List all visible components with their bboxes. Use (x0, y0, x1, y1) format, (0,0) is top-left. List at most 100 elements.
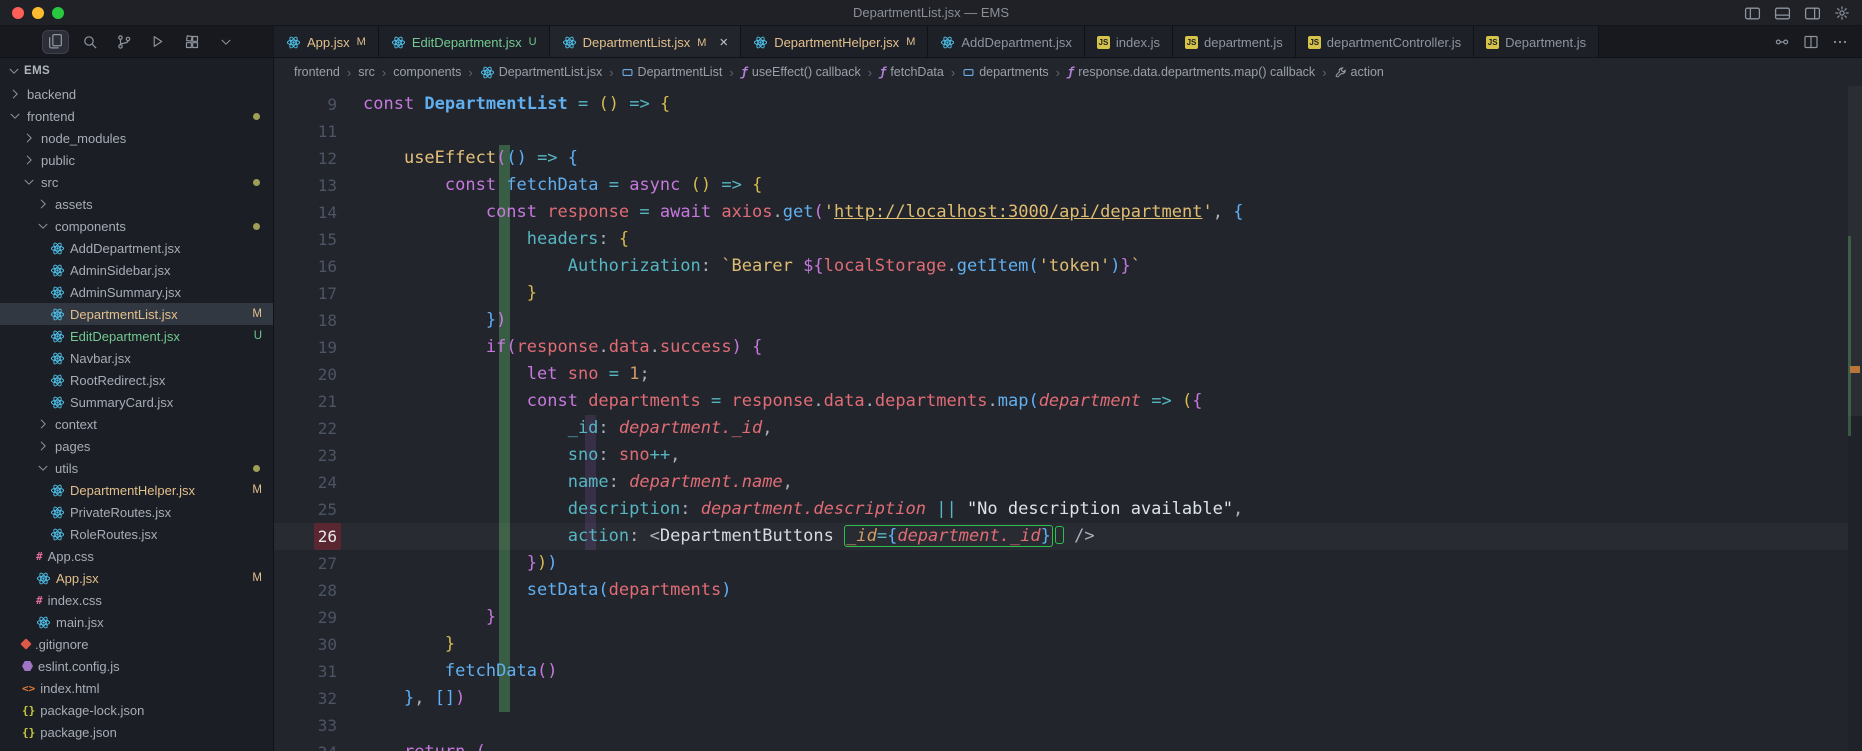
tree-item-node-modules[interactable]: node_modules (0, 127, 273, 149)
code-editor[interactable]: 9 const DepartmentList = () => {11 12 useE… (274, 86, 1862, 751)
tree-item-pages[interactable]: pages (0, 435, 273, 457)
tree-item-app-jsx[interactable]: App.jsx M (0, 567, 273, 589)
tree-item-label: frontend (27, 108, 75, 124)
search-icon[interactable] (76, 30, 103, 54)
tab-DepartmentList.jsx[interactable]: DepartmentList.jsx M × (549, 26, 742, 57)
layout-sidebar-icon[interactable] (1744, 5, 1761, 22)
tree-item-label: utils (55, 460, 79, 476)
chevron-down-icon[interactable] (212, 30, 239, 54)
split-editor-icon[interactable] (1803, 34, 1819, 50)
tree-item-utils[interactable]: utils (0, 457, 273, 479)
explorer-section-header[interactable]: EMS (0, 58, 273, 83)
tree-item-departmenthelper-jsx[interactable]: DepartmentHelper.jsx M (0, 479, 273, 501)
tree-item-app-css[interactable]: # App.css (0, 545, 273, 567)
cursor-box (1054, 526, 1064, 544)
tab-label: department.js (1204, 34, 1283, 50)
tree-item-adminsidebar-jsx[interactable]: AdminSidebar.jsx (0, 259, 273, 281)
modified-contents-dot (253, 222, 260, 230)
tree-item-frontend[interactable]: frontend (0, 105, 273, 127)
tree-item-index-css[interactable]: # index.css (0, 589, 273, 611)
code-content: setData(departments) (526, 580, 732, 600)
tab-EditDepartment.jsx[interactable]: EditDepartment.jsx U (378, 26, 550, 57)
git-status-badge: M (252, 572, 262, 584)
tree-item-index-html[interactable]: <> index.html (0, 677, 273, 699)
react-icon (36, 571, 51, 586)
line-number: 13 (317, 176, 337, 195)
line-number: 34 (274, 739, 341, 751)
explorer-icon[interactable] (42, 29, 69, 54)
line-number: 22 (317, 419, 337, 438)
explorer-sidebar: EMS backend frontend node_modules public src… (0, 58, 274, 751)
tree-item-package-lock-json[interactable]: {} package-lock.json (0, 699, 273, 721)
maximize-window-button[interactable] (52, 7, 64, 19)
tree-item-package-json[interactable]: {} package.json (0, 721, 273, 743)
code-lines[interactable]: 9 const DepartmentList = () => {11 12 useE… (274, 91, 1848, 751)
tree-item-departmentlist-jsx[interactable]: DepartmentList.jsx M (0, 303, 273, 325)
breadcrumb-item-useeffect-callback[interactable]: ƒ useEffect() callback (741, 65, 861, 79)
code-content: fetchData() (444, 661, 558, 681)
tree-item--gitignore[interactable]: .gitignore (0, 633, 273, 655)
breadcrumb-separator: › (867, 64, 873, 80)
breadcrumb-item-response-data-departments-map-callback[interactable]: ƒ response.data.departments.map() callbac… (1067, 65, 1315, 79)
tree-item-src[interactable]: src (0, 171, 273, 193)
debug-icon (150, 34, 165, 49)
code-line-24: 24 name: department.name, (274, 469, 1848, 496)
tree-item-summarycard-jsx[interactable]: SummaryCard.jsx (0, 391, 273, 413)
tree-item-public[interactable]: public (0, 149, 273, 171)
tree-item-adminsummary-jsx[interactable]: AdminSummary.jsx (0, 281, 273, 303)
breadcrumb-item-departmentlist[interactable]: DepartmentList (621, 65, 722, 79)
breadcrumb-item-frontend[interactable]: frontend (294, 65, 340, 79)
tab-department.js[interactable]: JS department.js (1173, 26, 1296, 57)
tree-item-navbar-jsx[interactable]: Navbar.jsx (0, 347, 273, 369)
code-content: Authorization: `Bearer ${localStorage.ge… (567, 256, 1142, 276)
code-line-22: 22 _id: department._id, (274, 415, 1848, 442)
tree-item-assets[interactable]: assets (0, 193, 273, 215)
source-control-icon[interactable] (110, 30, 137, 54)
tree-item-context[interactable]: context (0, 413, 273, 435)
git-icon (20, 638, 32, 650)
gear-icon[interactable] (1834, 5, 1850, 21)
tree-item-privateroutes-jsx[interactable]: PrivateRoutes.jsx (0, 501, 273, 523)
breadcrumb-item-departments[interactable]: departments (962, 65, 1049, 79)
tree-item-adddepartment-jsx[interactable]: AddDepartment.jsx (0, 237, 273, 259)
react-icon (50, 483, 65, 498)
tree-item-backend[interactable]: backend (0, 83, 273, 105)
breadcrumb-item-action[interactable]: action (1334, 65, 1384, 79)
minimize-window-button[interactable] (32, 7, 44, 19)
tab-departmentController.js[interactable]: JS departmentController.js (1295, 26, 1475, 57)
code-content: })) (526, 553, 558, 573)
tree-item-eslint-config-js[interactable]: eslint.config.js (0, 655, 273, 677)
close-icon[interactable]: × (719, 35, 728, 50)
layout-right-icon[interactable] (1804, 5, 1821, 22)
close-window-button[interactable] (12, 7, 24, 19)
tab-index.js[interactable]: JS index.js (1084, 26, 1173, 57)
tab-App.jsx[interactable]: App.jsx M (274, 26, 379, 57)
code-content: } (485, 607, 497, 627)
code-line-26: 26 action: <DepartmentButtons _id={depar… (274, 523, 1848, 550)
tree-item-rootredirect-jsx[interactable]: RootRedirect.jsx (0, 369, 273, 391)
compare-changes-icon[interactable] (1774, 34, 1790, 50)
breadcrumb-item-components[interactable]: components (393, 65, 461, 79)
tree-item-editdepartment-jsx[interactable]: EditDepartment.jsx U (0, 325, 273, 347)
tree-item-roleroutes-jsx[interactable]: RoleRoutes.jsx (0, 523, 273, 545)
breadcrumb-item-src[interactable]: src (358, 65, 375, 79)
extensions-icon[interactable] (178, 30, 205, 54)
code-content: description: department.description || "… (567, 499, 1244, 519)
layout-panel-icon[interactable] (1774, 5, 1791, 22)
code-line-17: 17 } (274, 280, 1848, 307)
breadcrumb-item-fetchdata[interactable]: ƒ fetchData (879, 65, 944, 79)
breadcrumb-label: action (1350, 65, 1384, 79)
chevron-right-icon (36, 439, 50, 453)
tree-item-main-jsx[interactable]: main.jsx (0, 611, 273, 633)
breadcrumb-label: useEffect() callback (751, 65, 861, 79)
git-status-badge: U (528, 36, 537, 48)
breadcrumb-item-departmentlist-jsx[interactable]: DepartmentList.jsx (480, 65, 602, 80)
tree-item-components[interactable]: components (0, 215, 273, 237)
debug-icon[interactable] (144, 30, 171, 54)
more-actions-icon[interactable] (1832, 34, 1848, 50)
tab-DepartmentHelper.jsx[interactable]: DepartmentHelper.jsx M (741, 26, 929, 57)
code-content (341, 118, 363, 145)
tab-AddDepartment.jsx[interactable]: AddDepartment.jsx (928, 26, 1085, 57)
code-content: if(response.data.success) { (485, 337, 763, 357)
tab-Department.js[interactable]: JS Department.js (1474, 26, 1600, 57)
